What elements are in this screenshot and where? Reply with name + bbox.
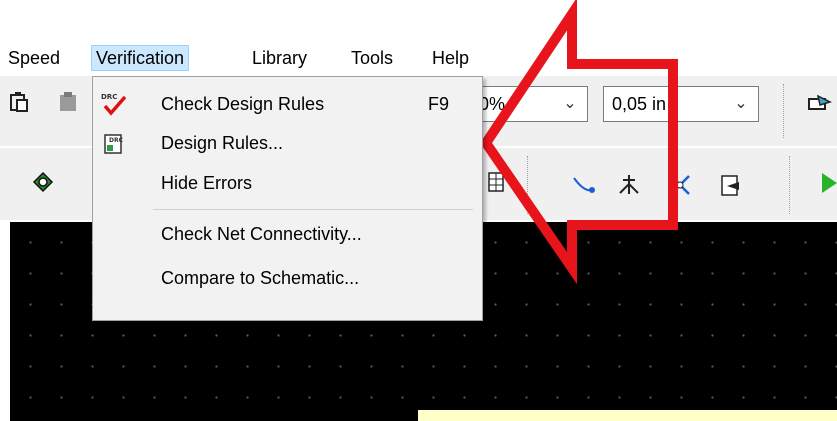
menu-item-shortcut: F9 <box>428 94 450 114</box>
verification-dropdown: DRC Check Design Rules F9 DRC Design Rul… <box>92 76 483 321</box>
menu-item-check-net-connectivity[interactable]: Check Net Connectivity... <box>93 214 482 254</box>
menu-item-label: Design Rules... <box>161 133 284 153</box>
menu-separator <box>153 209 473 210</box>
menu-item-compare-to-schematic[interactable]: Compare to Schematic... <box>93 258 482 298</box>
svg-text:DRC: DRC <box>101 93 117 101</box>
svg-text:DRC: DRC <box>109 137 124 144</box>
drc-rules-icon: DRC <box>101 130 127 156</box>
menu-item-check-design-rules[interactable]: DRC Check Design Rules F9 <box>93 84 482 124</box>
menu-item-label: Check Net Connectivity... <box>161 224 362 244</box>
menu-item-design-rules[interactable]: DRC Design Rules... <box>93 123 482 163</box>
drc-check-icon: DRC <box>101 91 127 117</box>
menu-item-label: Hide Errors <box>161 173 253 193</box>
menu-item-hide-errors[interactable]: Hide Errors <box>93 163 482 203</box>
menu-item-label: Compare to Schematic... <box>161 268 360 288</box>
menu-item-label: Check Design Rules <box>161 94 325 114</box>
